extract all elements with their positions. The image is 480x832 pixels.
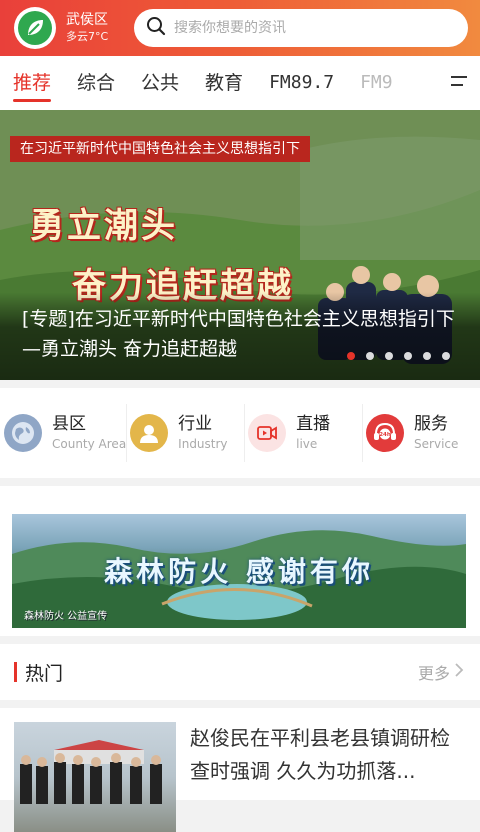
banner-slogan-line1: 勇立潮头 bbox=[30, 206, 178, 246]
category-title: 直播 bbox=[296, 414, 331, 434]
banner-carousel[interactable]: 在习近平新时代中国特色社会主义思想指引下 勇立潮头 奋力追赶超越 [专题]在习近… bbox=[0, 110, 480, 380]
tab-education[interactable]: 教育 bbox=[192, 56, 256, 110]
category-title: 服务 bbox=[414, 414, 449, 434]
hot-section-header: 热门 更多 bbox=[0, 644, 480, 700]
chevron-right-icon bbox=[454, 662, 464, 682]
leaf-logo-icon bbox=[18, 11, 52, 45]
tab-public[interactable]: 公共 bbox=[128, 56, 192, 110]
news-title: 赵俊民在平利县老县镇调研检查时强调 久久为功抓落... bbox=[190, 726, 450, 783]
person-icon bbox=[130, 414, 169, 452]
globe-icon bbox=[4, 414, 42, 452]
search-bar[interactable] bbox=[134, 9, 468, 47]
ad-title: 森林防火 感谢有你 bbox=[104, 555, 374, 588]
ad-section: 森林防火 感谢有你 森林防火 公益宣传 bbox=[0, 486, 480, 636]
category-title: 县区 bbox=[52, 414, 86, 434]
ad-footer-text: 森林防火 公益宣传 bbox=[24, 611, 108, 622]
search-icon bbox=[146, 16, 166, 40]
carousel-dot[interactable] bbox=[442, 352, 450, 360]
banner-caption[interactable]: [专题]在习近平新时代中国特色社会主义思想指引下—勇立潮头 奋力追赶超越 bbox=[0, 292, 480, 380]
category-subtitle: Industry bbox=[178, 437, 228, 451]
category-live[interactable]: 直播 live bbox=[244, 400, 362, 466]
category-industry[interactable]: 行业 Industry bbox=[126, 400, 244, 466]
hot-section-title: 热门 bbox=[25, 662, 64, 685]
24h-service-icon: 24h bbox=[366, 414, 405, 452]
category-subtitle: County Area bbox=[52, 437, 127, 451]
carousel-indicators bbox=[347, 352, 450, 360]
weather-label: 多云7°C bbox=[66, 30, 109, 43]
carousel-dot[interactable] bbox=[404, 352, 412, 360]
category-subtitle: live bbox=[296, 437, 318, 451]
more-link[interactable]: 更多 bbox=[418, 660, 464, 684]
forest-fire-ad-banner[interactable]: 森林防火 感谢有你 森林防火 公益宣传 bbox=[12, 514, 466, 628]
carousel-dot[interactable] bbox=[423, 352, 431, 360]
app-header: 武侯区 多云7°C bbox=[0, 0, 480, 56]
city-label: 武侯区 bbox=[66, 12, 108, 28]
tab-fm-partial[interactable]: FM9 bbox=[347, 56, 406, 110]
tabs-menu-button[interactable] bbox=[438, 56, 480, 110]
location-weather[interactable]: 武侯区 多云7°C bbox=[66, 11, 126, 45]
category-subtitle: Service bbox=[414, 437, 459, 451]
category-shortcuts: 县区 County Area 行业 Industry 直播 live 24h 服… bbox=[0, 388, 480, 478]
tab-recommend[interactable]: 推荐 bbox=[0, 56, 64, 110]
category-county[interactable]: 县区 County Area bbox=[0, 400, 126, 466]
app-logo[interactable] bbox=[14, 7, 56, 49]
menu-lines-icon bbox=[449, 73, 469, 93]
channel-tabs: 推荐 综合 公共 教育 FM89.7 FM9 bbox=[0, 56, 480, 110]
more-label: 更多 bbox=[417, 664, 450, 683]
carousel-dot[interactable] bbox=[347, 352, 355, 360]
carousel-dot[interactable] bbox=[366, 352, 374, 360]
carousel-dot[interactable] bbox=[385, 352, 393, 360]
tab-general[interactable]: 综合 bbox=[64, 56, 128, 110]
svg-text:24h: 24h bbox=[379, 432, 391, 438]
category-title: 行业 bbox=[178, 414, 213, 434]
search-input[interactable] bbox=[174, 20, 456, 36]
news-list-item[interactable]: 赵俊民在平利县老县镇调研检查时强调 久久为功抓落... bbox=[0, 708, 480, 832]
category-service[interactable]: 24h 服务 Service bbox=[362, 400, 480, 466]
video-icon bbox=[248, 414, 287, 452]
banner-ribbon-title: 在习近平新时代中国特色社会主义思想指引下 bbox=[10, 136, 310, 162]
tab-fm897[interactable]: FM89.7 bbox=[256, 56, 347, 110]
section-accent-bar bbox=[14, 662, 17, 682]
news-thumbnail bbox=[14, 722, 176, 832]
